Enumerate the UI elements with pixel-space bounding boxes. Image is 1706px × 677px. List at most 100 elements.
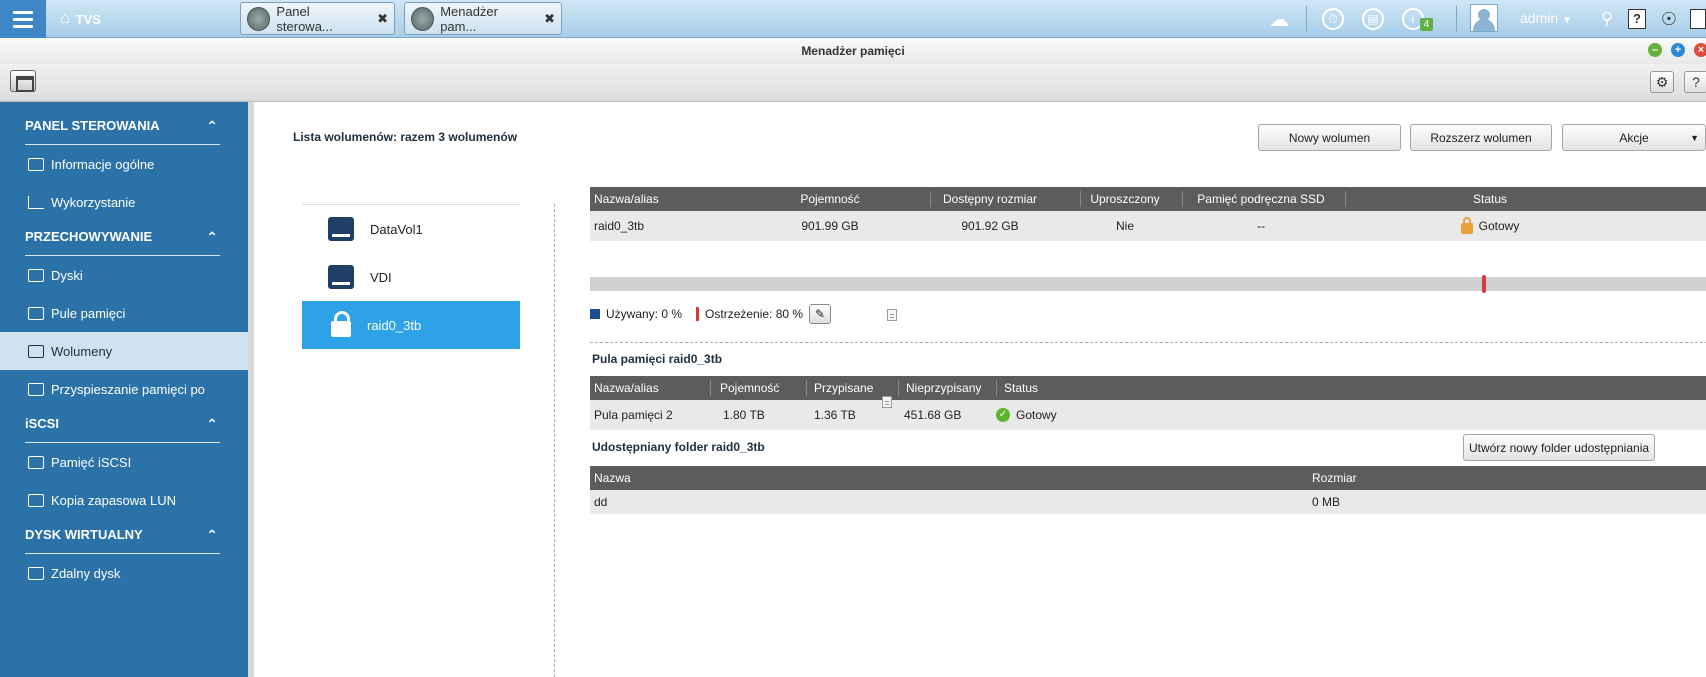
volume-item-datavol1[interactable]: DataVol1 xyxy=(302,205,520,253)
volume-name: DataVol1 xyxy=(370,221,423,237)
chevron-up-icon[interactable]: ⌃ xyxy=(206,516,218,554)
table-row[interactable]: Pula pamięci 2 1.80 TB 1.36 TB 451.68 GB… xyxy=(590,396,1706,430)
tab-control-panel[interactable]: Panel sterowa... ✖ xyxy=(240,2,395,35)
sidebar-item-lun-backup[interactable]: Kopia zapasowa LUN xyxy=(0,481,248,519)
new-volume-button[interactable]: Nowy wolumen xyxy=(1258,124,1401,151)
cell-unassigned: 451.68 GB xyxy=(904,408,962,422)
column-separator xyxy=(1080,191,1081,207)
column-separator xyxy=(710,380,711,396)
sidebar-toggle-button[interactable] xyxy=(10,70,36,92)
close-window-icon[interactable]: × xyxy=(1694,43,1706,57)
warning-legend-label: Ostrzeżenie: 80 % xyxy=(705,307,804,321)
sidebar-item-iscsi-storage[interactable]: Pamięć iSCSI xyxy=(0,443,248,481)
sidebar-item-cache-acceleration[interactable]: Przyspieszanie pamięci po xyxy=(0,370,248,408)
window-title: Menadżer pamięci xyxy=(801,44,905,58)
edit-warning-pencil-icon[interactable]: ✎ xyxy=(809,304,832,324)
sidebar-item-volumes[interactable]: Wolumeny xyxy=(0,332,248,370)
chevron-up-icon[interactable]: ⌃ xyxy=(206,107,218,145)
pool-title: Pula pamięci raid0_3tb xyxy=(592,352,723,366)
volume-item-vdi[interactable]: VDI xyxy=(302,253,520,301)
language-globe-icon[interactable]: ☉ xyxy=(1656,6,1682,32)
sidebar-section-storage[interactable]: PRZECHOWYWANIE ⌃ xyxy=(25,218,220,256)
sidebar-section-virtual-disk[interactable]: DYSK WIRTUALNY ⌃ xyxy=(25,516,220,554)
search-icon[interactable]: ⚲ xyxy=(1594,6,1620,32)
col-name: Nazwa/alias xyxy=(594,192,659,206)
warning-legend-swatch xyxy=(696,307,700,321)
taskbar: ⌂ TVS Panel sterowa... ✖ Menadżer pam...… xyxy=(0,0,1706,38)
column-separator xyxy=(996,380,997,396)
sidebar-section-iscsi[interactable]: iSCSI ⌃ xyxy=(25,405,220,443)
chevron-up-icon[interactable]: ⌃ xyxy=(206,218,218,256)
main-panel: Lista wolumenów: razem 3 wolumenów Nowy … xyxy=(248,102,1706,677)
window-title-bar: Menadżer pamięci – + × xyxy=(0,38,1706,64)
col-available: Dostępny rozmiar xyxy=(942,192,1038,206)
settings-gear-icon[interactable]: ⚙ xyxy=(1650,71,1674,93)
background-tasks-icon[interactable]: ⏱ xyxy=(1322,8,1344,30)
disk-icon xyxy=(328,265,354,289)
desktop-icon[interactable] xyxy=(1690,9,1706,29)
sidebar-item-storage-pools[interactable]: Pule pamięci xyxy=(0,294,248,332)
section-label: PRZECHOWYWANIE xyxy=(25,229,153,244)
lock-icon xyxy=(331,311,351,337)
volume-item-raid0-3tb[interactable]: raid0_3tb xyxy=(302,301,520,349)
maximize-icon[interactable]: + xyxy=(1671,43,1685,57)
section-label: DYSK WIRTUALNY xyxy=(25,527,143,542)
usage-legend: Używany: 0 % Ostrzeżenie: 80 % ✎ xyxy=(590,303,832,325)
external-device-icon[interactable]: ▤ xyxy=(1362,8,1384,30)
details-icon[interactable] xyxy=(887,309,897,321)
cell-available: 901.92 GB xyxy=(961,219,1019,233)
minimize-icon[interactable]: – xyxy=(1648,43,1662,57)
cell-ssd-cache: -- xyxy=(1257,219,1265,233)
col-ssd-cache: Pamięć podręczna SSD xyxy=(1197,192,1325,206)
sidebar-item-general-info[interactable]: Informacje ogólne xyxy=(0,145,248,183)
help-button[interactable]: ? xyxy=(1684,71,1706,93)
sidebar-section-control-panel[interactable]: PANEL STEROWANIA ⌃ xyxy=(25,107,220,145)
cloud-icon[interactable]: ☁ xyxy=(1266,6,1292,32)
info-panel-icon xyxy=(28,157,44,171)
sidebar-item-label: Wolumeny xyxy=(51,343,113,359)
home-button[interactable]: ⌂ TVS xyxy=(60,8,101,30)
storage-manager-icon xyxy=(411,6,435,31)
user-avatar[interactable] xyxy=(1470,4,1498,32)
sidebar-item-remote-disk[interactable]: Zdalny dysk xyxy=(0,554,248,592)
sidebar-item-label: Informacje ogólne xyxy=(51,156,155,172)
disk-icon xyxy=(328,217,354,241)
col-status: Status xyxy=(1472,192,1508,206)
sidebar-item-usage[interactable]: Wykorzystanie xyxy=(0,183,248,221)
bar-chart-icon xyxy=(28,195,44,209)
sidebar-item-label: Pule pamięci xyxy=(51,305,126,321)
col-name: Nazwa xyxy=(594,471,631,485)
cell-capacity: 1.80 TB xyxy=(723,408,765,422)
section-label: PANEL STEROWANIA xyxy=(25,118,160,133)
notification-badge: 4 xyxy=(1420,18,1433,31)
tab-storage-manager[interactable]: Menadżer pam... ✖ xyxy=(404,2,562,35)
expand-volume-button[interactable]: Rozszerz wolumen xyxy=(1410,124,1552,151)
cell-size: 0 MB xyxy=(1312,495,1341,509)
taskbar-separator xyxy=(1306,6,1307,32)
pool-table-header: Nazwa/alias Pojemność Przypisane Nieprzy… xyxy=(590,376,1706,400)
status-text: Gotowy xyxy=(1016,408,1057,422)
sidebar-item-disks[interactable]: Dyski xyxy=(0,256,248,294)
create-shared-folder-button[interactable]: Utwórz nowy folder udostępniania xyxy=(1463,434,1655,461)
cell-name: Pula pamięci 2 xyxy=(594,408,673,422)
help-icon[interactable]: ? xyxy=(1628,9,1646,29)
cell-status: Gotowy xyxy=(1430,211,1550,241)
taskbar-separator xyxy=(1456,6,1457,32)
actions-dropdown[interactable]: Akcje ▼ xyxy=(1562,124,1706,151)
username: admin xyxy=(1520,10,1559,26)
table-row[interactable]: dd 0 MB xyxy=(590,490,1706,514)
close-tab-icon[interactable]: ✖ xyxy=(377,11,388,27)
chevron-up-icon[interactable]: ⌃ xyxy=(206,405,218,443)
cell-status: ✓ Gotowy xyxy=(996,400,1057,430)
table-row[interactable]: raid0_3tb 901.99 GB 901.92 GB Nie -- Got… xyxy=(590,211,1706,241)
section-label: iSCSI xyxy=(25,416,59,431)
details-icon[interactable] xyxy=(882,396,892,408)
check-status-icon: ✓ xyxy=(996,408,1010,422)
close-tab-icon[interactable]: ✖ xyxy=(544,11,555,27)
remote-disk-icon xyxy=(28,566,44,580)
cell-thin: Nie xyxy=(1115,219,1134,233)
col-unassigned: Nieprzypisany xyxy=(906,381,982,395)
col-name: Nazwa/alias xyxy=(594,381,659,395)
user-menu[interactable]: admin ▼ xyxy=(1520,10,1572,26)
main-menu-button[interactable] xyxy=(0,0,46,38)
